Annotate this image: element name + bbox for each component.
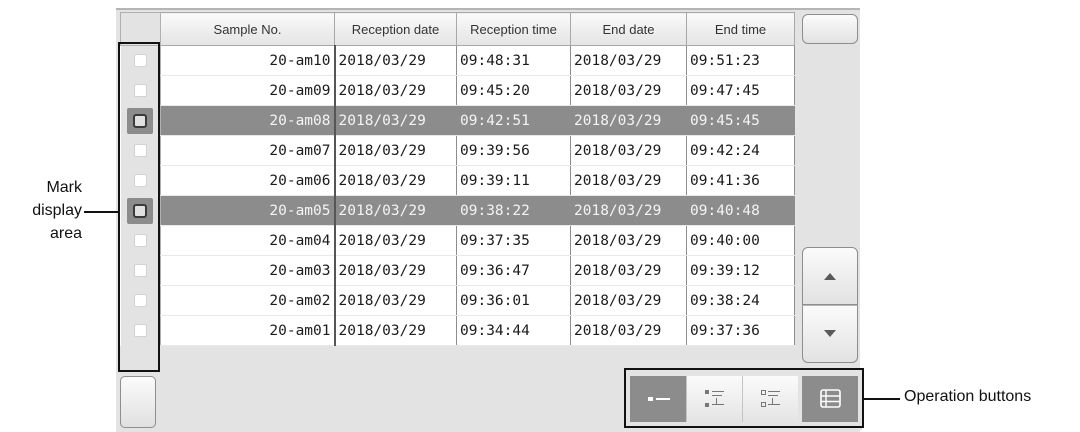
mark-column-header: [120, 12, 161, 46]
sample-no-cell: 20-am06: [160, 165, 336, 196]
reception-time-cell: 09:37:35: [456, 225, 571, 256]
end-date-cell: 2018/03/29: [570, 225, 687, 256]
end-date-cell: 2018/03/29: [570, 165, 687, 196]
reception-time-cell: 09:34:44: [456, 315, 571, 346]
list-outline-view-icon: [761, 390, 780, 407]
mark-display-area-label: Mark display area: [32, 179, 82, 242]
table-row[interactable]: 20-am04 2018/03/29 09:37:35 2018/03/29 09:40…: [120, 225, 795, 256]
end-time-cell: 09:45:45: [686, 105, 795, 136]
end-time-cell: 09:39:12: [686, 255, 795, 286]
single-line-view-icon: [648, 397, 670, 401]
operation-buttons-label: Operation buttons: [904, 388, 1032, 405]
reception-time-cell: 09:36:01: [456, 285, 571, 316]
mark-display-area-bracket: [118, 42, 160, 372]
reception-date-cell: 2018/03/29: [334, 285, 457, 316]
reception-date-cell: 2018/03/29: [334, 165, 457, 196]
sample-no-cell: 20-am02: [160, 285, 336, 316]
scroll-down-button[interactable]: [802, 305, 858, 363]
sample-no-cell: 20-am07: [160, 135, 336, 166]
end-time-cell: 09:51:23: [686, 45, 795, 76]
reception-date-cell: 2018/03/29: [334, 195, 457, 226]
sample-no-cell: 20-am09: [160, 75, 336, 106]
end-time-cell: 09:40:48: [686, 195, 795, 226]
sample-no-cell: 20-am03: [160, 255, 336, 286]
sample-no-cell: 20-am08: [160, 105, 336, 136]
operation-buttons-leader-line: [864, 398, 900, 400]
table-view-icon: [820, 389, 841, 408]
reception-time-cell: 09:38:22: [456, 195, 571, 226]
operation-buttons-group: [624, 368, 864, 428]
reception-date-cell: 2018/03/29: [334, 45, 457, 76]
reception-time-cell: 09:42:51: [456, 105, 571, 136]
end-date-cell: 2018/03/29: [570, 195, 687, 226]
reception-date-cell: 2018/03/29: [334, 225, 457, 256]
end-time-cell: 09:47:45: [686, 75, 795, 106]
table-row[interactable]: 20-am01 2018/03/29 09:34:44 2018/03/29 09:37…: [120, 315, 795, 346]
header-sample-no[interactable]: Sample No.: [160, 12, 335, 46]
sample-no-cell: 20-am04: [160, 225, 336, 256]
end-time-cell: 09:40:00: [686, 225, 795, 256]
reception-date-cell: 2018/03/29: [334, 135, 457, 166]
reception-time-cell: 09:39:56: [456, 135, 571, 166]
header-end-time[interactable]: End time: [686, 12, 795, 46]
scroll-top-button[interactable]: [802, 14, 858, 44]
table-row[interactable]: 20-am07 2018/03/29 09:39:56 2018/03/29 09:42…: [120, 135, 795, 166]
table-row[interactable]: 20-am10 2018/03/29 09:48:31 2018/03/29 09:51…: [120, 45, 795, 76]
table-row[interactable]: 20-am06 2018/03/29 09:39:11 2018/03/29 09:41…: [120, 165, 795, 196]
list-outline-view-button[interactable]: [742, 376, 798, 422]
end-date-cell: 2018/03/29: [570, 45, 687, 76]
end-time-cell: 09:41:36: [686, 165, 795, 196]
triangle-down-icon: [824, 330, 836, 337]
list-detail-view-icon: [705, 390, 724, 407]
end-date-cell: 2018/03/29: [570, 285, 687, 316]
end-time-cell: 09:42:24: [686, 135, 795, 166]
sample-table: Sample No. Reception date Reception time…: [120, 12, 795, 346]
table-row[interactable]: 20-am05 2018/03/29 09:38:22 2018/03/29 09:40…: [120, 195, 795, 226]
end-date-cell: 2018/03/29: [570, 315, 687, 346]
scroll-up-button[interactable]: [802, 247, 858, 305]
table-row[interactable]: 20-am03 2018/03/29 09:36:47 2018/03/29 09:39…: [120, 255, 795, 286]
header-reception-date[interactable]: Reception date: [334, 12, 457, 46]
sample-no-cell: 20-am05: [160, 195, 336, 226]
sample-no-cell: 20-am10: [160, 45, 336, 76]
sample-no-cell: 20-am01: [160, 315, 336, 346]
reception-date-cell: 2018/03/29: [334, 315, 457, 346]
table-row[interactable]: 20-am02 2018/03/29 09:36:01 2018/03/29 09:38…: [120, 285, 795, 316]
single-line-view-button[interactable]: [630, 376, 686, 422]
end-date-cell: 2018/03/29: [570, 135, 687, 166]
end-date-cell: 2018/03/29: [570, 105, 687, 136]
end-time-cell: 09:37:36: [686, 315, 795, 346]
reception-time-cell: 09:48:31: [456, 45, 571, 76]
mark-display-area-leader-line: [84, 211, 118, 213]
end-date-cell: 2018/03/29: [570, 75, 687, 106]
list-detail-view-button[interactable]: [686, 376, 742, 422]
bottom-left-button[interactable]: [120, 376, 156, 428]
reception-date-cell: 2018/03/29: [334, 75, 457, 106]
table-row[interactable]: 20-am09 2018/03/29 09:45:20 2018/03/29 09:47…: [120, 75, 795, 106]
reception-time-cell: 09:36:47: [456, 255, 571, 286]
table-header-row: Sample No. Reception date Reception time…: [120, 12, 795, 46]
reception-date-cell: 2018/03/29: [334, 105, 457, 136]
reception-time-cell: 09:39:11: [456, 165, 571, 196]
table-view-button[interactable]: [802, 376, 858, 422]
end-date-cell: 2018/03/29: [570, 255, 687, 286]
header-reception-time[interactable]: Reception time: [456, 12, 571, 46]
header-end-date[interactable]: End date: [570, 12, 687, 46]
end-time-cell: 09:38:24: [686, 285, 795, 316]
triangle-up-icon: [824, 273, 836, 280]
reception-date-cell: 2018/03/29: [334, 255, 457, 286]
reception-time-cell: 09:45:20: [456, 75, 571, 106]
table-row[interactable]: 20-am08 2018/03/29 09:42:51 2018/03/29 09:45…: [120, 105, 795, 136]
